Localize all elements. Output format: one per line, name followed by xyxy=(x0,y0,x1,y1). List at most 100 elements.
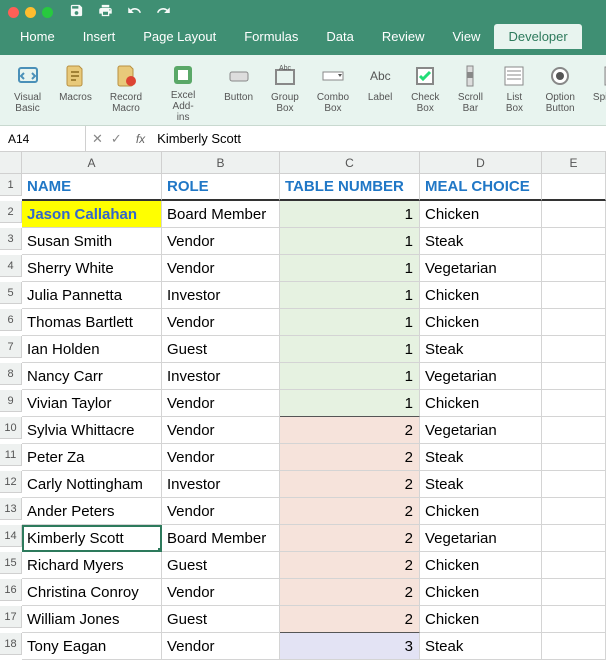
cell-table-number[interactable]: 1 xyxy=(280,282,420,309)
cell-name[interactable]: Carly Nottingham xyxy=(22,471,162,498)
cell-table-number[interactable]: 2 xyxy=(280,498,420,525)
cell-table-number[interactable]: 1 xyxy=(280,336,420,363)
cell-empty[interactable] xyxy=(542,390,606,417)
cell-name[interactable]: Nancy Carr xyxy=(22,363,162,390)
cell-name[interactable]: Ian Holden xyxy=(22,336,162,363)
row-header-12[interactable]: 12 xyxy=(0,471,22,493)
button-control[interactable]: Button xyxy=(216,61,261,121)
cell-empty[interactable] xyxy=(542,579,606,606)
cell-role[interactable]: Vendor xyxy=(162,255,280,282)
cell-role[interactable]: Vendor xyxy=(162,579,280,606)
select-all-corner[interactable] xyxy=(0,152,22,174)
cell-meal[interactable]: Chicken xyxy=(420,579,542,606)
column-header-E[interactable]: E xyxy=(542,152,606,174)
cell-table-number[interactable]: 1 xyxy=(280,228,420,255)
list-box-control[interactable]: ListBox xyxy=(493,61,535,121)
header-empty[interactable] xyxy=(542,174,606,201)
row-header-9[interactable]: 9 xyxy=(0,390,22,412)
cell-empty[interactable] xyxy=(542,255,606,282)
cell-meal[interactable]: Chicken xyxy=(420,201,542,228)
spreadsheet-grid[interactable]: ABCDE1NAMEROLETABLE NUMBERMEAL CHOICE2Ja… xyxy=(0,152,606,660)
cell-meal[interactable]: Vegetarian xyxy=(420,363,542,390)
save-icon[interactable] xyxy=(69,3,84,21)
cell-meal[interactable]: Chicken xyxy=(420,390,542,417)
cell-role[interactable]: Vendor xyxy=(162,228,280,255)
row-header-7[interactable]: 7 xyxy=(0,336,22,358)
tab-home[interactable]: Home xyxy=(6,24,69,49)
check-box-control[interactable]: CheckBox xyxy=(403,61,447,121)
formula-value[interactable]: Kimberly Scott xyxy=(153,131,245,146)
cell-table-number[interactable]: 3 xyxy=(280,633,420,660)
column-header-B[interactable]: B xyxy=(162,152,280,174)
cell-table-number[interactable]: 1 xyxy=(280,363,420,390)
header-role[interactable]: ROLE xyxy=(162,174,280,201)
group-box-control[interactable]: Abc GroupBox xyxy=(263,61,307,121)
maximize-icon[interactable] xyxy=(42,7,53,18)
cell-meal[interactable]: Chicken xyxy=(420,606,542,633)
visual-basic-button[interactable]: VisualBasic xyxy=(6,61,49,121)
record-macro-button[interactable]: RecordMacro xyxy=(102,61,150,121)
cell-name[interactable]: Kimberly Scott xyxy=(22,525,162,552)
cell-empty[interactable] xyxy=(542,552,606,579)
cell-name[interactable]: Sherry White xyxy=(22,255,162,282)
cell-name[interactable]: Julia Pannetta xyxy=(22,282,162,309)
cell-table-number[interactable]: 2 xyxy=(280,471,420,498)
cell-role[interactable]: Vendor xyxy=(162,417,280,444)
cell-name[interactable]: William Jones xyxy=(22,606,162,633)
cell-role[interactable]: Guest xyxy=(162,552,280,579)
macros-button[interactable]: Macros xyxy=(51,61,100,121)
fx-icon[interactable]: fx xyxy=(128,132,153,146)
spinner-control[interactable]: Spinner xyxy=(585,61,606,121)
cell-empty[interactable] xyxy=(542,498,606,525)
cell-name[interactable]: Ander Peters xyxy=(22,498,162,525)
cell-role[interactable]: Vendor xyxy=(162,633,280,660)
cell-meal[interactable]: Vegetarian xyxy=(420,417,542,444)
cell-empty[interactable] xyxy=(542,201,606,228)
row-header-10[interactable]: 10 xyxy=(0,417,22,439)
cell-empty[interactable] xyxy=(542,525,606,552)
cell-meal[interactable]: Steak xyxy=(420,444,542,471)
cell-meal[interactable]: Steak xyxy=(420,336,542,363)
scroll-bar-control[interactable]: ScrollBar xyxy=(449,61,491,121)
cell-table-number[interactable]: 2 xyxy=(280,525,420,552)
cell-role[interactable]: Board Member xyxy=(162,201,280,228)
cell-meal[interactable]: Chicken xyxy=(420,552,542,579)
row-header-2[interactable]: 2 xyxy=(0,201,22,223)
print-icon[interactable] xyxy=(98,3,113,21)
tab-developer[interactable]: Developer xyxy=(494,24,581,49)
cell-empty[interactable] xyxy=(542,336,606,363)
cell-role[interactable]: Vendor xyxy=(162,498,280,525)
cell-meal[interactable]: Chicken xyxy=(420,309,542,336)
tab-insert[interactable]: Insert xyxy=(69,24,130,49)
cell-meal[interactable]: Vegetarian xyxy=(420,525,542,552)
cell-role[interactable]: Vendor xyxy=(162,309,280,336)
cell-name[interactable]: Christina Conroy xyxy=(22,579,162,606)
cell-meal[interactable]: Steak xyxy=(420,633,542,660)
cell-role[interactable]: Investor xyxy=(162,471,280,498)
tab-page-layout[interactable]: Page Layout xyxy=(129,24,230,49)
row-header-16[interactable]: 16 xyxy=(0,579,22,601)
excel-addins-button[interactable]: ExcelAdd-ins xyxy=(162,61,204,121)
cell-table-number[interactable]: 1 xyxy=(280,309,420,336)
cell-role[interactable]: Guest xyxy=(162,336,280,363)
cell-role[interactable]: Guest xyxy=(162,606,280,633)
row-header-18[interactable]: 18 xyxy=(0,633,22,655)
tab-review[interactable]: Review xyxy=(368,24,439,49)
cell-meal[interactable]: Steak xyxy=(420,471,542,498)
undo-icon[interactable] xyxy=(127,3,142,21)
cell-name[interactable]: Peter Za xyxy=(22,444,162,471)
cell-table-number[interactable]: 2 xyxy=(280,444,420,471)
row-header-5[interactable]: 5 xyxy=(0,282,22,304)
confirm-icon[interactable]: ✓ xyxy=(111,131,122,147)
cell-role[interactable]: Investor xyxy=(162,363,280,390)
cell-role[interactable]: Board Member xyxy=(162,525,280,552)
row-header-4[interactable]: 4 xyxy=(0,255,22,277)
cell-role[interactable]: Vendor xyxy=(162,390,280,417)
cell-name[interactable]: Richard Myers xyxy=(22,552,162,579)
cell-meal[interactable]: Vegetarian xyxy=(420,255,542,282)
row-header-17[interactable]: 17 xyxy=(0,606,22,628)
cell-meal[interactable]: Chicken xyxy=(420,282,542,309)
cell-empty[interactable] xyxy=(542,633,606,660)
cell-meal[interactable]: Steak xyxy=(420,228,542,255)
cell-empty[interactable] xyxy=(542,471,606,498)
